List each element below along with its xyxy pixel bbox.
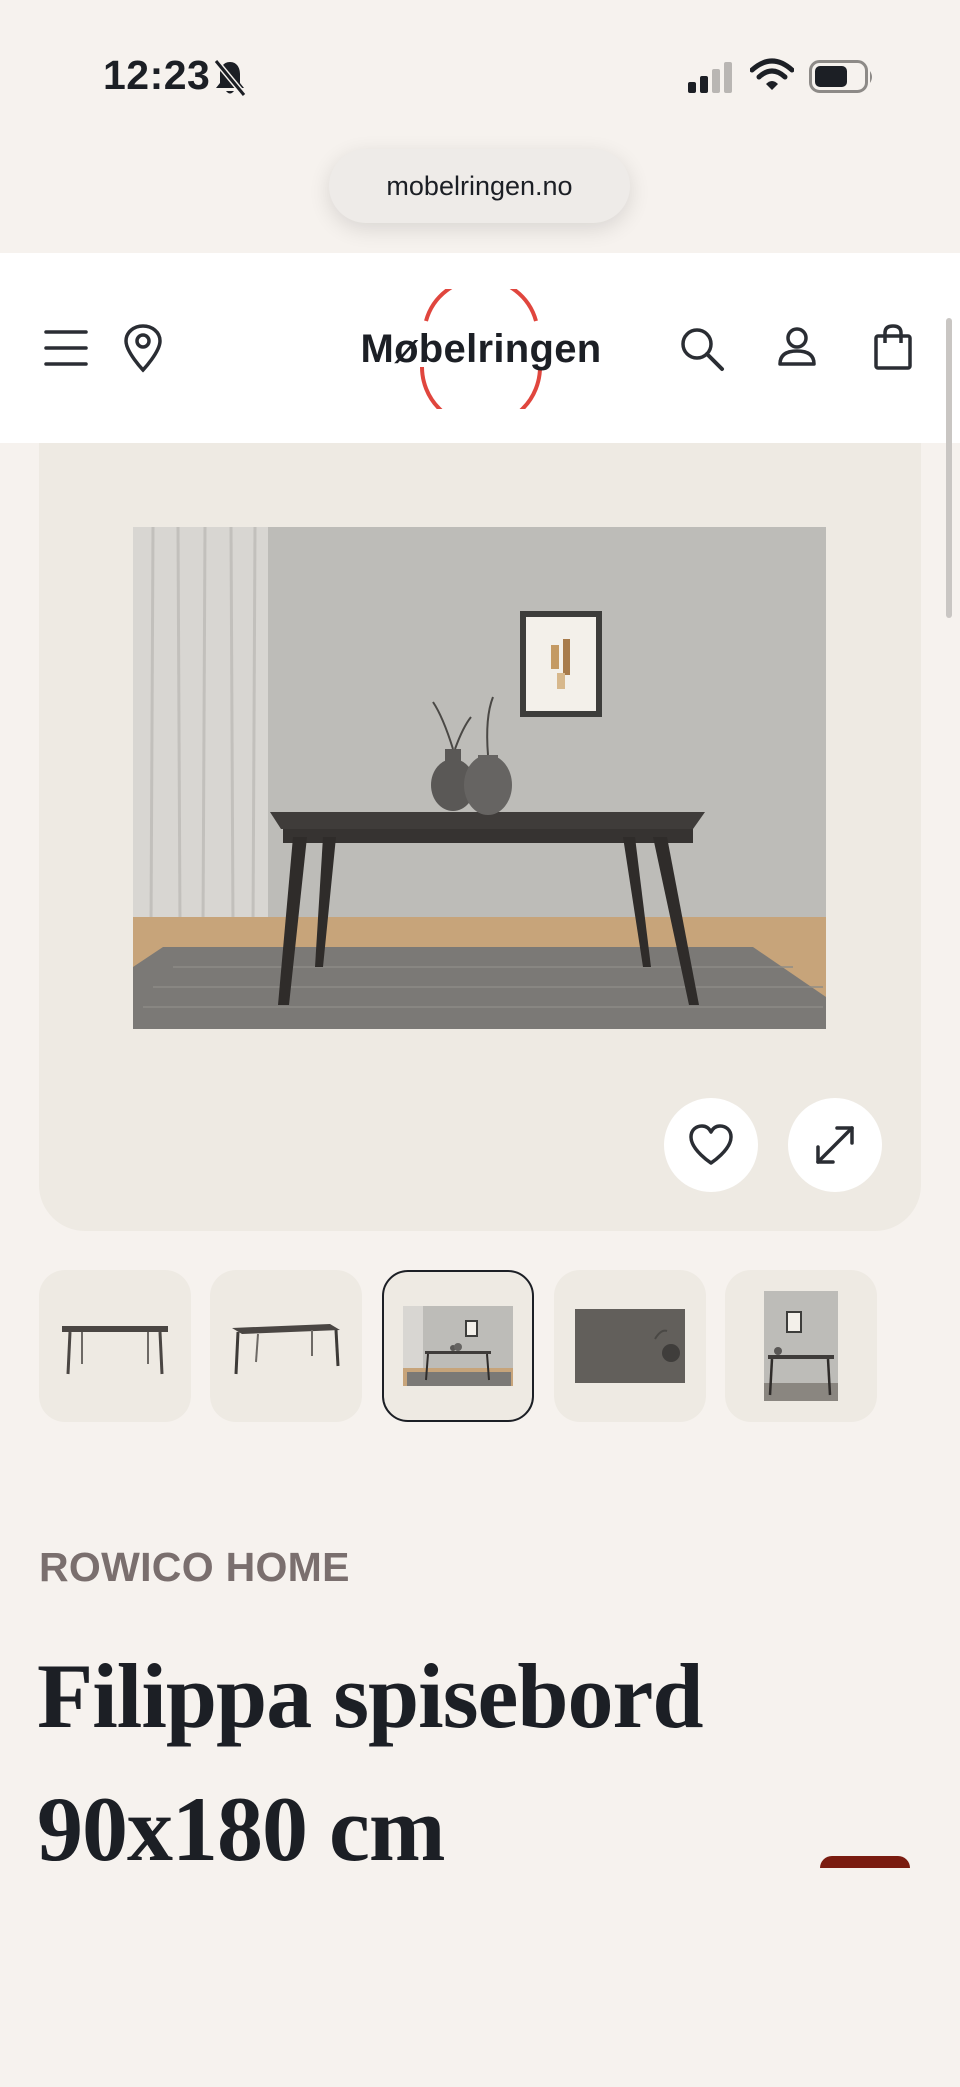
thumbnail-table-front[interactable] xyxy=(39,1270,191,1422)
expand-arrows-icon xyxy=(816,1126,854,1164)
address-bar-url: mobelringen.no xyxy=(386,170,573,201)
product-brand[interactable]: ROWICO HOME xyxy=(39,1544,350,1591)
search-icon[interactable] xyxy=(679,326,725,372)
expand-image-button[interactable] xyxy=(788,1098,882,1192)
location-pin-icon[interactable] xyxy=(122,323,164,373)
thumbnail-room-scene[interactable] xyxy=(382,1270,534,1422)
heart-icon xyxy=(689,1124,733,1165)
wifi-icon xyxy=(750,58,794,90)
thumbnail-table-angle[interactable] xyxy=(210,1270,362,1422)
menu-icon[interactable] xyxy=(44,328,88,368)
address-bar[interactable]: mobelringen.no xyxy=(329,149,630,223)
battery-icon xyxy=(809,60,872,93)
status-time: 12:23 xyxy=(103,52,211,98)
cellular-signal-icon xyxy=(688,62,732,93)
bell-slash-icon xyxy=(213,59,247,97)
main-product-image[interactable] xyxy=(133,527,826,1029)
site-header: Møbelringen xyxy=(0,253,960,443)
site-logo[interactable]: Møbelringen xyxy=(356,289,606,409)
shopping-bag-icon[interactable] xyxy=(873,323,913,371)
account-icon[interactable] xyxy=(777,326,817,368)
status-bar: 12:23 xyxy=(0,0,960,150)
product-title: Filippa spisebord 90x180 cm xyxy=(37,1645,704,1880)
thumbnail-top-detail[interactable] xyxy=(554,1270,706,1422)
thumbnail-strip xyxy=(39,1270,939,1422)
page-bottom-area xyxy=(0,1868,960,2087)
product-gallery xyxy=(39,443,921,1231)
scrollbar[interactable] xyxy=(946,318,952,618)
thumbnail-portrait-scene[interactable] xyxy=(725,1270,877,1422)
chat-button[interactable] xyxy=(820,1856,910,1868)
logo-text: Møbelringen xyxy=(360,327,602,371)
favorite-button[interactable] xyxy=(664,1098,758,1192)
